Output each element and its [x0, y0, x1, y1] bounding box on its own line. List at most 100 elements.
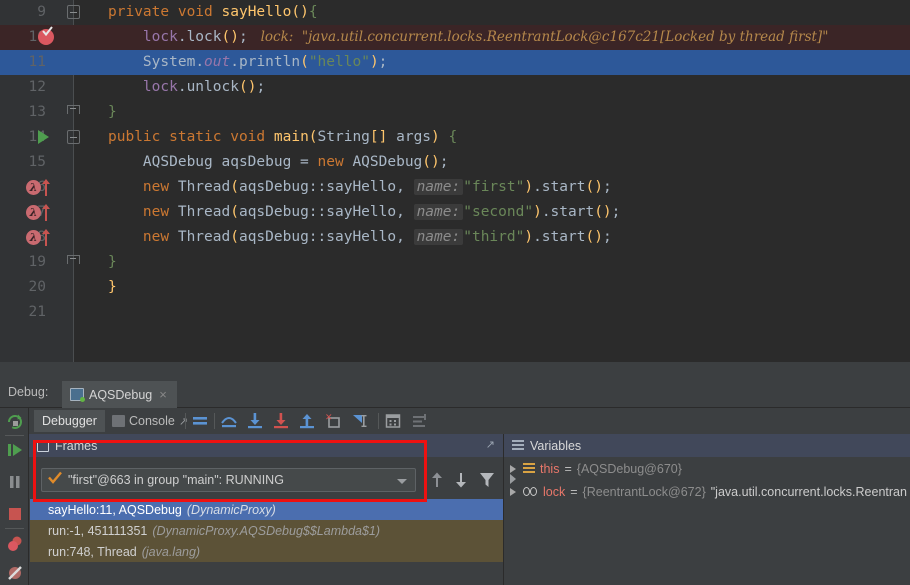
code-line[interactable]: } [74, 250, 910, 275]
code-token: () [585, 229, 603, 245]
code-line[interactable]: System.out.println("hello"); [74, 50, 910, 75]
variable-row[interactable]: lock = {ReentrantLock@672} "java.util.co… [504, 480, 910, 503]
gutter-row[interactable]: 21 [0, 300, 74, 325]
gutter-row[interactable]: 19 [0, 250, 80, 275]
stack-frame-label: run:-1, 451111351 [48, 523, 148, 538]
code-token: args [387, 129, 432, 145]
code-token: new [142, 229, 178, 245]
code-token: .start [533, 179, 586, 195]
gutter-row[interactable]: 20 [0, 275, 74, 300]
code-token: Thread [177, 229, 231, 245]
resume-program-icon[interactable] [5, 440, 25, 460]
stack-frame-row[interactable]: run:-1, 451111351 (DynamicProxy.AQSDebug$… [30, 520, 503, 541]
run-method-icon[interactable] [38, 130, 49, 144]
code-line[interactable]: } [74, 275, 910, 300]
drop-frame-icon[interactable]: ✕ [323, 411, 343, 431]
layout-settings-icon[interactable] [410, 411, 430, 431]
console-icon [112, 415, 125, 427]
variables-title: Variables [530, 438, 582, 453]
code-line[interactable]: new Thread(aqsDebug::sayHello, name: "thi… [74, 225, 910, 250]
rerun-icon[interactable] [5, 412, 25, 432]
variables-pane: Variables this = {AQSDebug@670} lock = {R… [503, 434, 910, 585]
debug-tabbar: Debug: AQSDebug × [0, 381, 910, 408]
code-line[interactable]: new Thread(aqsDebug::sayHello, name: "fir… [74, 175, 910, 200]
debug-panel-label: Debug: [8, 385, 49, 399]
code-token: AQSDebug aqsDebug = [108, 154, 318, 170]
show-execution-point-icon[interactable] [190, 411, 210, 431]
code-line[interactable]: lock.unlock(); [74, 75, 910, 100]
debug-left-toolbar [0, 408, 29, 585]
code-token: } [108, 254, 117, 270]
view-breakpoints-icon[interactable] [5, 534, 25, 554]
gutter-row[interactable]: 13 [0, 100, 80, 125]
mute-breakpoints-icon[interactable] [5, 563, 25, 583]
fold-start-icon[interactable] [67, 130, 80, 144]
run-to-cursor-icon[interactable] [349, 411, 369, 431]
gutter-row[interactable]: 18λ [0, 225, 74, 250]
code-line[interactable]: } [74, 100, 910, 125]
debug-session-tab[interactable]: AQSDebug × [62, 381, 177, 408]
idea-debugger-window: private void sayHello(){ lock.lock(); lo… [0, 0, 910, 585]
code-line[interactable]: new Thread(aqsDebug::sayHello, name: "sec… [74, 200, 910, 225]
step-into-icon[interactable] [245, 411, 265, 431]
lambda-marker-icon[interactable]: λ [26, 179, 56, 197]
code-token: lock [142, 29, 178, 45]
fold-end-icon[interactable] [67, 105, 80, 118]
pause-program-icon[interactable] [5, 472, 25, 492]
stack-frame-row[interactable]: run:748, Thread (java.lang) [30, 541, 503, 562]
fold-start-icon[interactable] [67, 5, 80, 19]
code-line[interactable]: private void sayHello(){ [74, 0, 910, 25]
code-token: ) [431, 129, 440, 145]
tab-console[interactable]: Console ↗ [104, 410, 196, 432]
line-number: 11 [28, 54, 46, 70]
run-configuration-icon [70, 388, 85, 402]
variables-expand-icon[interactable] [506, 470, 520, 493]
filter-icon[interactable] [478, 470, 496, 495]
gutter-row[interactable]: 12 [0, 75, 74, 100]
breakpoint-icon[interactable] [38, 26, 54, 45]
code-token: () [221, 29, 239, 45]
code-token: ; [602, 229, 612, 245]
code-line[interactable]: lock.lock(); lock: "java.util.concurrent… [74, 25, 910, 50]
close-icon[interactable]: × [159, 387, 167, 402]
gutter-row[interactable]: 15 [0, 150, 74, 175]
chevron-down-icon[interactable] [397, 479, 407, 484]
code-line[interactable]: AQSDebug aqsDebug = new AQSDebug(); [74, 150, 910, 175]
lambda-marker-icon[interactable]: λ [26, 204, 56, 222]
code-line[interactable]: public static void main(String[] args) { [74, 125, 910, 150]
frame-up-icon[interactable] [428, 470, 446, 495]
code-token: .start [533, 229, 586, 245]
code-token: .start [541, 204, 595, 220]
lambda-marker-icon[interactable]: λ [26, 229, 56, 247]
code-token: ) [369, 54, 379, 70]
gutter-row[interactable]: 16λ [0, 175, 74, 200]
toolbar-sep-b [214, 413, 215, 429]
evaluate-expression-icon[interactable] [383, 411, 403, 431]
tab-debugger[interactable]: Debugger [34, 410, 105, 432]
code-token: aqsDebug::sayHello, [238, 179, 414, 195]
gutter-row[interactable]: 10 [0, 25, 74, 50]
stack-frame-row[interactable]: sayHello:11, AQSDebug (DynamicProxy) [30, 499, 503, 520]
gutter-row[interactable]: 9 [0, 0, 80, 25]
line-number: 9 [37, 4, 46, 20]
gutter-row[interactable]: 11 [0, 50, 74, 75]
step-out-icon[interactable] [297, 411, 317, 431]
code-token: ; [602, 179, 612, 195]
gutter-row[interactable]: 14 [0, 125, 80, 150]
variables-list[interactable]: this = {AQSDebug@670} lock = {ReentrantLo… [504, 457, 910, 503]
step-over-icon[interactable] [219, 411, 239, 431]
variable-row[interactable]: this = {AQSDebug@670} [504, 457, 910, 480]
frame-down-icon[interactable] [452, 470, 470, 495]
stack-frame-list[interactable]: sayHello:11, AQSDebug (DynamicProxy) run:-… [30, 499, 503, 562]
code-lines-container[interactable]: private void sayHello(){ lock.lock(); lo… [74, 0, 910, 362]
gutter-row[interactable]: 17λ [0, 200, 74, 225]
line-number: 20 [28, 279, 46, 295]
stop-icon[interactable] [5, 504, 25, 524]
pin-icon[interactable]: ↗ [179, 415, 188, 428]
thread-selector[interactable]: "first"@663 in group "main": RUNNING [41, 468, 416, 492]
code-token: Thread [177, 179, 231, 195]
fold-end-icon[interactable] [67, 255, 80, 268]
frames-pin-icon[interactable]: ↗ [486, 438, 495, 451]
force-step-into-icon[interactable] [271, 411, 291, 431]
code-line[interactable] [74, 300, 910, 325]
